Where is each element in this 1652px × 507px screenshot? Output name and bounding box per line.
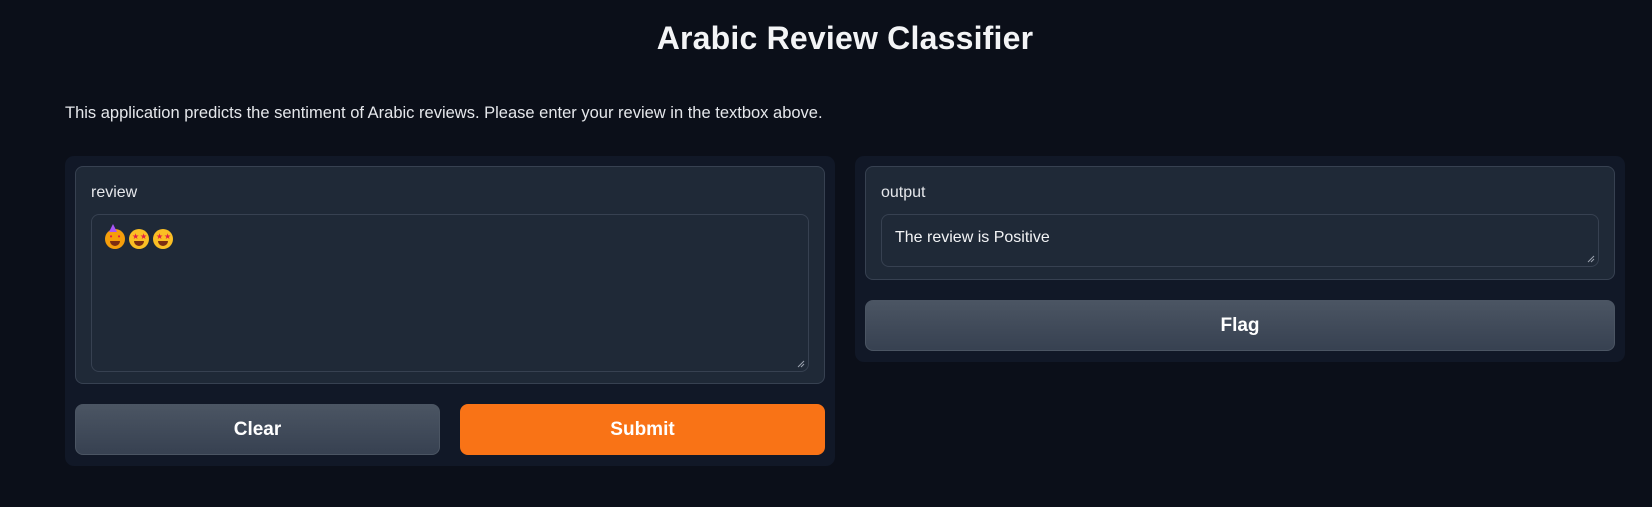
clear-button[interactable]: Clear (75, 404, 440, 455)
resize-handle-icon[interactable] (797, 360, 805, 368)
flag-button[interactable]: Flag (865, 300, 1615, 351)
app-page: Arabic Review Classifier This applicatio… (0, 0, 1652, 507)
partying-face-emoji-icon: • • (105, 224, 125, 249)
output-value: The review is Positive (895, 229, 1050, 246)
review-text-content: • • ★ ★ ★ ★ (105, 224, 795, 249)
submit-button[interactable]: Submit (460, 404, 825, 455)
resize-handle-icon[interactable] (1587, 255, 1595, 263)
output-label: output (881, 184, 926, 201)
output-panel: output The review is Positive Flag (855, 156, 1625, 362)
output-textarea[interactable]: The review is Positive (881, 214, 1599, 267)
review-block: review • • ★ ★ ★ ★ (75, 166, 825, 384)
page-title: Arabic Review Classifier (656, 20, 1034, 56)
star-struck-emoji-icon: ★ ★ (153, 229, 173, 249)
app-description: This application predicts the sentiment … (65, 104, 823, 122)
output-block: output The review is Positive (865, 166, 1615, 280)
input-panel: review • • ★ ★ ★ ★ Clear Submit (65, 156, 835, 466)
review-label: review (91, 184, 138, 201)
star-struck-emoji-icon: ★ ★ (129, 229, 149, 249)
review-textarea[interactable]: • • ★ ★ ★ ★ (91, 214, 809, 372)
